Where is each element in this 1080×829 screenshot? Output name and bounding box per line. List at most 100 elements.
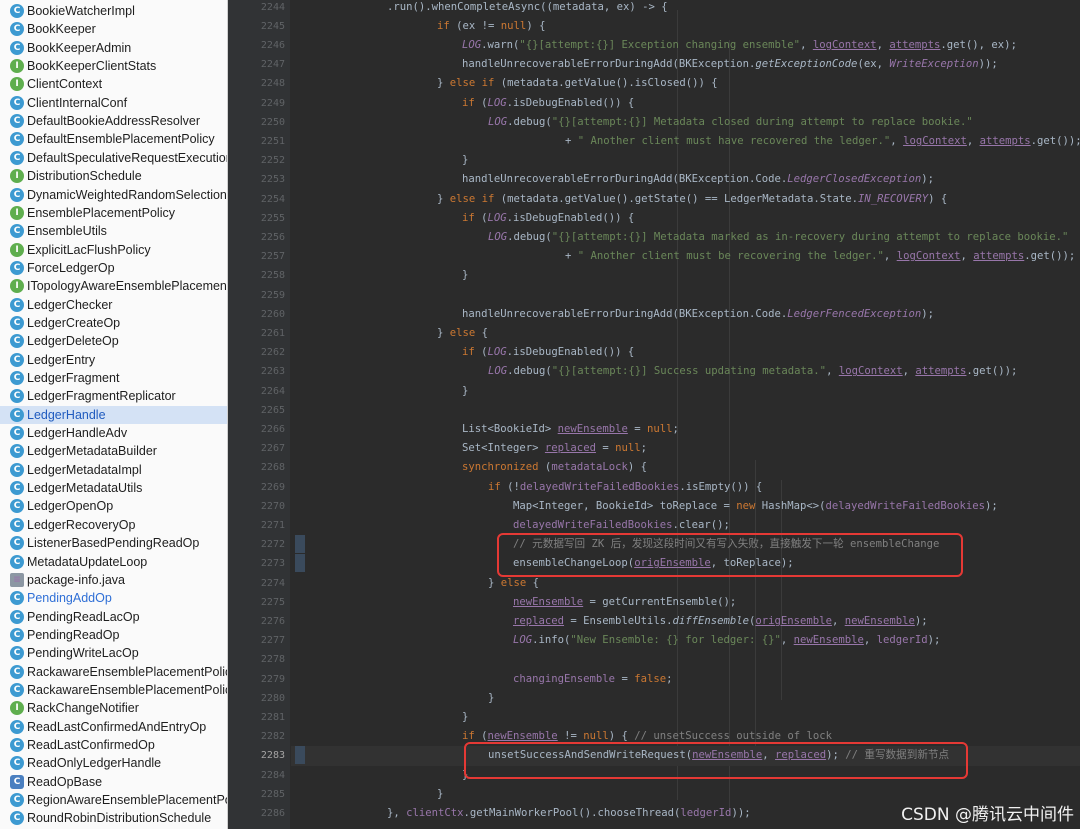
code-line[interactable]: }	[488, 689, 494, 708]
code-line[interactable]: + " Another client must have recovered t…	[565, 132, 1080, 151]
code-line[interactable]: }	[437, 785, 443, 804]
sidebar-item[interactable]: C LedgerMetadataUtils	[0, 479, 227, 497]
code-token: .warn(	[481, 39, 520, 51]
sidebar-item[interactable]: C PendingReadOp	[0, 626, 227, 644]
code-line[interactable]: }	[462, 382, 468, 401]
code-line[interactable]: if (LOG.isDebugEnabled()) {	[462, 94, 634, 113]
sidebar-item[interactable]: C LedgerFragmentReplicator	[0, 387, 227, 405]
code-line[interactable]: LOG.debug("{}[attempt:{}] Success updati…	[488, 362, 1017, 381]
sidebar-item[interactable]: C LedgerCreateOp	[0, 314, 227, 332]
sidebar-item[interactable]: I BookKeeperClientStats	[0, 57, 227, 75]
code-line[interactable]: handleUnrecoverableErrorDuringAdd(BKExce…	[462, 305, 934, 324]
sidebar-item[interactable]: C BookieWatcherImpl	[0, 2, 227, 20]
sidebar-item[interactable]: C RoundRobinDistributionSchedule	[0, 809, 227, 827]
sidebar-item[interactable]: C ReadLastConfirmedAndEntryOp	[0, 718, 227, 736]
sidebar-item-label: RoundRobinDistributionSchedule	[27, 811, 212, 826]
sidebar-item-label: PendingReadLacOp	[27, 609, 140, 624]
code-line[interactable]: LOG.warn("{}[attempt:{}] Exception chang…	[462, 36, 1017, 55]
sidebar-item[interactable]: C LedgerHandle	[0, 405, 227, 424]
code-line[interactable]: changingEnsemble = false;	[513, 670, 672, 689]
code-line[interactable]: if (!delayedWriteFailedBookies.isEmpty()…	[488, 478, 762, 497]
code-line[interactable]: LOG.info("New Ensemble: {} for ledger: {…	[513, 631, 940, 650]
sidebar-item[interactable]: I RackChangeNotifier	[0, 699, 227, 717]
code-line[interactable]: synchronized (metadataLock) {	[462, 458, 647, 477]
sidebar-item[interactable]: C DefaultEnsemblePlacementPolicy	[0, 130, 227, 148]
sidebar-item-label: PendingWriteLacOp	[27, 646, 139, 661]
code-line[interactable]: if (ex != null) {	[437, 17, 545, 36]
sidebar-item[interactable]: I ClientContext	[0, 75, 227, 93]
sidebar-item[interactable]: C BookKeeperAdmin	[0, 39, 227, 57]
sidebar-item-label: DefaultBookieAddressResolver	[27, 114, 201, 129]
code-line[interactable]: } else if (metadata.getValue().isClosed(…	[437, 74, 718, 93]
sidebar-item[interactable]: C RackawareEnsemblePlacementPolicy	[0, 663, 227, 681]
sidebar-item[interactable]: CDynamicWeightedRandomSelectionImpl	[0, 186, 227, 204]
class-icon: C	[10, 187, 24, 202]
code-token: attempts	[889, 39, 941, 51]
sidebar-item[interactable]: C LedgerRecoveryOp	[0, 516, 227, 534]
sidebar-item[interactable]: ≡ package-info.java	[0, 571, 227, 589]
code-line[interactable]: .run().whenCompleteAsync((metadata, ex) …	[387, 0, 668, 17]
sidebar-item[interactable]: C EnsembleUtils	[0, 222, 227, 240]
sidebar-item[interactable]: I DistributionSchedule	[0, 167, 227, 185]
sidebar-item[interactable]: C ReadOpBase	[0, 773, 227, 791]
sidebar-item[interactable]: CRegionAwareEnsemblePlacementPolicy	[0, 791, 227, 809]
code-line[interactable]: }	[462, 266, 468, 285]
code-token: newEnsemble	[557, 423, 628, 435]
code-line[interactable]: newEnsemble = getCurrentEnsemble();	[513, 593, 736, 612]
sidebar-item[interactable]: C LedgerOpenOp	[0, 497, 227, 515]
sidebar-item[interactable]: CRackawareEnsemblePlacementPolicyImpl	[0, 681, 227, 699]
sidebar-item[interactable]: C LedgerMetadataImpl	[0, 461, 227, 479]
sidebar-item-label: ITopologyAwareEnsemblePlacementPolicy	[27, 279, 227, 294]
code-line[interactable]: replaced = EnsembleUtils.diffEnsemble(or…	[513, 612, 928, 631]
sidebar-item[interactable]: C MetadataUpdateLoop	[0, 553, 227, 571]
code-line[interactable]: }	[462, 151, 468, 170]
class-icon: C	[10, 664, 24, 679]
code-line[interactable]: LOG.debug("{}[attempt:{}] Metadata close…	[488, 113, 973, 132]
class-icon: C	[10, 682, 24, 697]
sidebar-item[interactable]: I ExplicitLacFlushPolicy	[0, 241, 227, 259]
sidebar-item[interactable]: C ForceLedgerOp	[0, 259, 227, 277]
sidebar-item[interactable]: C DefaultBookieAddressResolver	[0, 112, 227, 130]
sidebar-item[interactable]: C ReadOnlyLedgerHandle	[0, 754, 227, 772]
class-icon: C	[10, 260, 24, 275]
sidebar-item[interactable]: C LedgerMetadataBuilder	[0, 442, 227, 460]
sidebar-item[interactable]: C LedgerChecker	[0, 296, 227, 314]
code-line[interactable]: LOG.debug("{}[attempt:{}] Metadata marke…	[488, 228, 1068, 247]
code-line[interactable]: Set<Integer> replaced = null;	[462, 439, 647, 458]
code-line[interactable]: + " Another client must be recovering th…	[565, 247, 1075, 266]
sidebar-item[interactable]: C LedgerEntry	[0, 351, 227, 369]
class-icon: C	[10, 793, 24, 808]
code-line[interactable]: }, clientCtx.getMainWorkerPool().chooseT…	[387, 804, 751, 823]
line-number: 2259	[260, 289, 285, 301]
sidebar-item[interactable]: C ClientInternalConf	[0, 94, 227, 112]
code-line[interactable]: List<BookieId> newEnsemble = null;	[462, 420, 679, 439]
line-number: 2286	[260, 808, 285, 819]
code-line[interactable]: if (LOG.isDebugEnabled()) {	[462, 343, 634, 362]
sidebar-item[interactable]: C ListenerBasedPendingReadOp	[0, 534, 227, 552]
line-number: 2284	[260, 769, 285, 781]
sidebar-item[interactable]: C PendingAddOp	[0, 589, 227, 607]
code-token: .get());	[966, 365, 1018, 378]
sidebar-item[interactable]: CDefaultSpeculativeRequestExecutionPolic…	[0, 149, 227, 167]
code-line[interactable]: if (LOG.isDebugEnabled()) {	[462, 209, 634, 228]
code-line[interactable]: } else if (metadata.getValue().getState(…	[437, 190, 947, 209]
code-token: if	[488, 480, 508, 493]
sidebar-item[interactable]: C PendingWriteLacOp	[0, 644, 227, 662]
sidebar-item[interactable]: C ReadLastConfirmedOp	[0, 736, 227, 754]
code-line[interactable]: Map<Integer, BookieId> toReplace = new H…	[513, 497, 998, 516]
sidebar-item[interactable]: C LedgerFragment	[0, 369, 227, 387]
code-line[interactable]: } else {	[437, 324, 488, 343]
interface-icon: I	[10, 77, 24, 92]
sidebar-item[interactable]: C PendingReadLacOp	[0, 608, 227, 626]
code-line[interactable]: handleUnrecoverableErrorDuringAdd(BKExce…	[462, 55, 998, 74]
sidebar-item[interactable]: I EnsemblePlacementPolicy	[0, 204, 227, 222]
sidebar-item[interactable]: C LedgerDeleteOp	[0, 332, 227, 350]
line-number: 2273	[260, 558, 285, 570]
code-token: .isDebugEnabled()) {	[506, 96, 635, 109]
sidebar-item[interactable]: C LedgerHandleAdv	[0, 424, 227, 442]
code-token: ) {	[608, 730, 635, 743]
code-line[interactable]: }	[462, 708, 468, 727]
sidebar-item[interactable]: IITopologyAwareEnsemblePlacementPolicy	[0, 277, 227, 295]
code-line[interactable]: handleUnrecoverableErrorDuringAdd(BKExce…	[462, 170, 934, 189]
sidebar-item[interactable]: C BookKeeper	[0, 20, 227, 38]
